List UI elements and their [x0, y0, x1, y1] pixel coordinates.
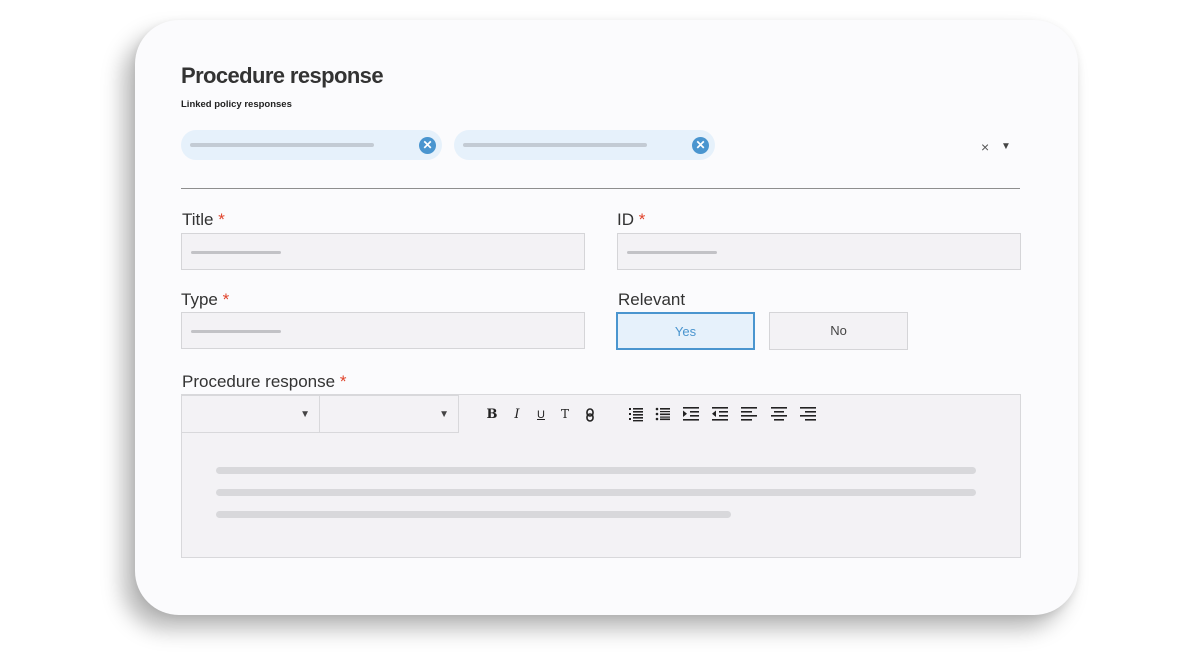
align-center-icon[interactable]: [770, 406, 788, 422]
relevant-yes-button[interactable]: Yes: [616, 312, 755, 350]
underline-icon[interactable]: U: [533, 409, 549, 421]
required-mark: *: [339, 372, 347, 391]
rich-text-editor[interactable]: ▼ ▼ B I U T: [181, 394, 1021, 558]
required-mark: *: [222, 290, 230, 309]
type-input[interactable]: [181, 312, 585, 349]
bold-icon[interactable]: B: [484, 407, 500, 422]
procedure-response-label-text: Procedure response: [182, 372, 336, 391]
input-placeholder: [627, 251, 717, 254]
font-size-select[interactable]: ▼: [319, 395, 459, 433]
editor-text-line: [216, 511, 731, 518]
link-icon-svg: [586, 408, 594, 422]
chevron-down-icon[interactable]: ▼: [1001, 141, 1011, 152]
linked-response-chip[interactable]: ✕: [181, 130, 442, 160]
procedure-response-card: Procedure response Linked policy respons…: [135, 20, 1078, 615]
title-label-text: Title: [182, 210, 214, 229]
linked-policy-label: Linked policy responses: [181, 99, 292, 110]
input-placeholder: [191, 251, 281, 254]
id-label-text: ID: [617, 210, 634, 229]
required-mark: *: [638, 210, 646, 229]
title-input[interactable]: [181, 233, 585, 270]
editor-text-line: [216, 489, 976, 496]
title-label: Title *: [182, 210, 225, 230]
align-left-icon[interactable]: [740, 406, 758, 422]
ordered-list-icon[interactable]: [628, 406, 644, 422]
page-title: Procedure response: [181, 63, 384, 88]
relevant-label: Relevant: [618, 290, 686, 309]
link-icon[interactable]: [582, 408, 598, 425]
divider: [181, 188, 1020, 189]
type-label: Type *: [181, 290, 229, 310]
input-placeholder: [191, 330, 281, 333]
chevron-down-icon: ▼: [439, 409, 449, 420]
close-circle-icon[interactable]: ✕: [692, 137, 709, 154]
close-circle-icon[interactable]: ✕: [419, 137, 436, 154]
indent-icon[interactable]: [682, 406, 700, 422]
italic-icon[interactable]: I: [509, 407, 525, 422]
text-style-icon[interactable]: T: [557, 407, 573, 421]
font-family-select[interactable]: ▼: [181, 395, 320, 433]
required-mark: *: [218, 210, 225, 229]
id-label: ID *: [617, 210, 645, 230]
chevron-down-icon: ▼: [300, 409, 310, 420]
type-label-text: Type: [181, 290, 218, 309]
outdent-icon[interactable]: [711, 406, 729, 422]
editor-text-line: [216, 467, 976, 474]
chip-placeholder-text: [190, 143, 374, 147]
clear-icon[interactable]: ×: [981, 139, 989, 155]
bullet-list-icon[interactable]: [655, 406, 671, 422]
chip-placeholder-text: [463, 143, 647, 147]
linked-response-chip[interactable]: ✕: [454, 130, 715, 160]
align-right-icon[interactable]: [799, 406, 817, 422]
relevant-no-button[interactable]: No: [769, 312, 908, 350]
procedure-response-label: Procedure response *: [182, 372, 346, 392]
id-input[interactable]: [617, 233, 1021, 270]
